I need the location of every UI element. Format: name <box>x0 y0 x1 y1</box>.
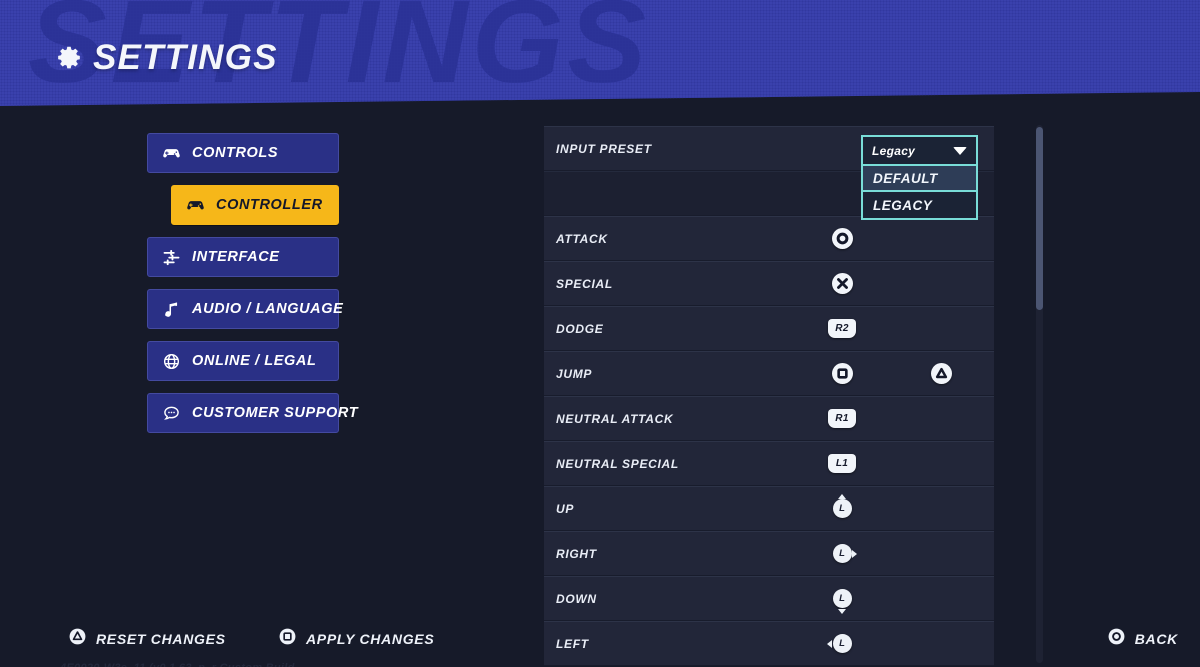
gamepad-icon <box>186 196 205 215</box>
content-scrollbar-track[interactable] <box>1036 125 1043 663</box>
l1-shoulder-button-icon[interactable]: L1 <box>828 454 856 473</box>
binding-slot-primary[interactable]: R2 <box>822 307 862 350</box>
input-preset-dropdown-options: DEFAULT LEGACY <box>861 166 978 220</box>
binding-slot-secondary[interactable] <box>921 352 961 395</box>
build-version-text: 4E0020-W3e_11 (v0.1.63_p_r Custom Build <box>60 662 295 667</box>
sidebar-item-audio-language[interactable]: AUDIO / LANGUAGE <box>147 289 343 329</box>
square-button-icon[interactable] <box>831 363 853 384</box>
chevron-down-icon <box>953 146 967 155</box>
settings-row-label: RIGHT <box>556 546 597 561</box>
sidebar-item-label: CONTROLS <box>192 145 279 161</box>
left-stick-down-icon[interactable]: L <box>828 585 856 614</box>
globe-icon <box>162 352 181 371</box>
chat-bubble-icon <box>162 404 181 423</box>
dropdown-option-legacy[interactable]: LEGACY <box>863 192 976 218</box>
left-stick-right-icon[interactable]: L <box>828 540 857 568</box>
back-label: BACK <box>1134 631 1178 647</box>
input-preset-dropdown-toggle[interactable]: Legacy <box>861 135 978 166</box>
left-stick-up-icon[interactable]: L <box>828 493 856 523</box>
settings-row-label: JUMP <box>556 366 593 381</box>
settings-row-label: UP <box>556 501 575 516</box>
apply-changes-label: APPLY CHANGES <box>306 631 435 647</box>
settings-row-label: ATTACK <box>556 231 608 246</box>
sidebar-item-controls[interactable]: CONTROLS <box>147 133 339 173</box>
binding-slot-primary[interactable]: L <box>822 532 862 575</box>
settings-row[interactable]: DODGE R2 <box>544 306 994 351</box>
input-preset-selected-value: Legacy <box>872 143 916 158</box>
settings-row-label: NEUTRAL ATTACK <box>556 411 674 426</box>
page-title-text: SETTINGS <box>93 38 278 77</box>
apply-changes-button[interactable]: APPLY CHANGES <box>278 627 434 651</box>
content-scrollbar-thumb[interactable] <box>1036 127 1043 310</box>
settings-row[interactable]: NEUTRAL SPECIAL L1 <box>544 441 994 486</box>
settings-row[interactable]: UP L <box>544 486 994 531</box>
music-note-icon <box>162 300 181 319</box>
settings-row[interactable]: ATTACK <box>544 216 994 261</box>
page-title: SETTINGS <box>56 38 278 78</box>
binding-slot-primary[interactable]: L1 <box>822 442 862 485</box>
settings-row[interactable]: NEUTRAL ATTACK R1 <box>544 396 994 441</box>
square-button-icon <box>278 627 297 651</box>
settings-row-label: INPUT PRESET <box>556 141 652 156</box>
settings-row[interactable]: RIGHT L <box>544 531 994 576</box>
sidebar-item-label: INTERFACE <box>192 249 280 265</box>
sidebar-item-online-legal[interactable]: ONLINE / LEGAL <box>147 341 339 381</box>
sidebar-item-customer-support[interactable]: CUSTOMER SUPPORT <box>147 393 358 433</box>
binding-slot-primary[interactable] <box>822 352 862 395</box>
binding-slot-primary[interactable]: L <box>822 487 862 530</box>
gear-icon <box>56 45 82 71</box>
sidebar-item-label: ONLINE / LEGAL <box>192 353 317 369</box>
sidebar-item-interface[interactable]: INTERFACE <box>147 237 339 277</box>
input-preset-dropdown: Legacy DEFAULT LEGACY <box>861 135 978 220</box>
settings-row-label: NEUTRAL SPECIAL <box>556 456 679 471</box>
settings-row[interactable]: DOWN L <box>544 576 994 621</box>
settings-sidebar: CONTROLS CONTROLLER INTERFACE AUDIO / LA… <box>147 133 358 445</box>
sidebar-item-controller[interactable]: CONTROLLER <box>171 185 339 225</box>
r2-shoulder-button-icon[interactable]: R2 <box>828 319 856 338</box>
binding-slot-primary[interactable]: L <box>822 577 862 620</box>
triangle-button-icon <box>68 627 87 651</box>
settings-row-label: SPECIAL <box>556 276 613 291</box>
reset-changes-button[interactable]: RESET CHANGES <box>68 627 226 651</box>
circle-button-icon <box>1107 627 1126 651</box>
settings-row[interactable]: SPECIAL <box>544 261 994 306</box>
gamepad-icon <box>162 144 181 163</box>
r1-shoulder-button-icon[interactable]: R1 <box>828 409 856 428</box>
sidebar-item-label: CUSTOMER SUPPORT <box>192 405 359 421</box>
reset-changes-label: RESET CHANGES <box>96 631 226 647</box>
settings-row[interactable]: JUMP <box>544 351 994 396</box>
sidebar-item-label: AUDIO / LANGUAGE <box>192 301 344 317</box>
cross-button-icon[interactable] <box>831 273 853 294</box>
binding-slot-primary[interactable] <box>822 262 862 305</box>
dropdown-option-default[interactable]: DEFAULT <box>863 166 976 192</box>
binding-slot-primary[interactable] <box>822 217 862 260</box>
binding-slot-primary[interactable]: R1 <box>822 397 862 440</box>
triangle-button-icon[interactable] <box>930 363 952 384</box>
settings-row-label: DOWN <box>556 591 597 606</box>
settings-row-label: DODGE <box>556 321 604 336</box>
sidebar-item-label: CONTROLLER <box>216 197 323 213</box>
footer-bar: RESET CHANGES APPLY CHANGES BACK 4E0020-… <box>0 619 1200 667</box>
sliders-icon <box>162 248 181 267</box>
circle-button-icon[interactable] <box>831 228 853 249</box>
back-button[interactable]: BACK <box>1107 627 1178 651</box>
